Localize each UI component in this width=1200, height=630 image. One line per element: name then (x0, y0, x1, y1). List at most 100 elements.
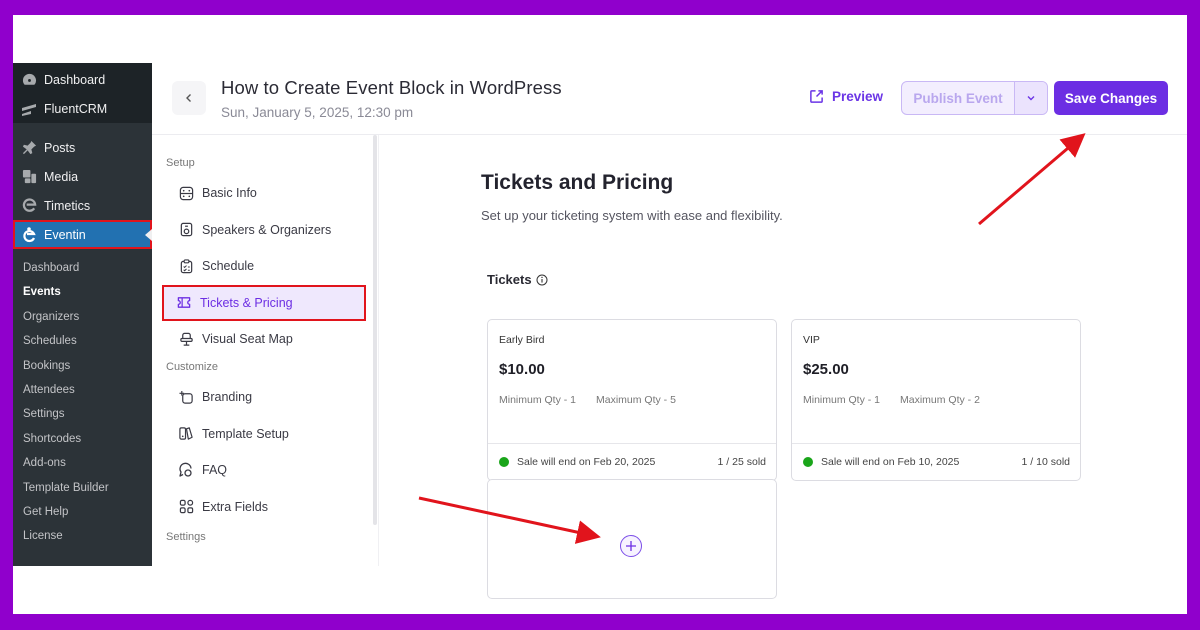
ticket-card-vip[interactable]: VIP $25.00 Minimum Qty - 1 Maximum Qty - … (791, 319, 1081, 481)
nav-item-label: Visual Seat Map (202, 331, 293, 346)
seat-icon (178, 331, 194, 347)
wp-submenu-events[interactable]: Events (13, 280, 152, 304)
timetics-icon (21, 198, 37, 214)
nav-item-visual-seat-map[interactable]: Visual Seat Map (152, 321, 378, 358)
nav-item-label: Extra Fields (202, 499, 268, 514)
event-editor-header: How to Create Event Block in WordPress S… (152, 63, 1187, 135)
info-icon[interactable] (536, 274, 548, 286)
nav-item-speakers-organizers[interactable]: Speakers & Organizers (152, 212, 378, 249)
section-label-customize: Customize (166, 361, 218, 373)
ticket-sale-status: Sale will end on Feb 10, 2025 (803, 456, 959, 468)
publish-event-button[interactable]: Publish Event (902, 82, 1014, 114)
extra-fields-icon (178, 499, 194, 515)
event-settings-nav: Setup Basic Info Speakers & Organizers S… (152, 135, 378, 566)
ticket-min-qty: Minimum Qty - 1 (803, 394, 881, 406)
wp-submenu-shortcodes[interactable]: Shortcodes (13, 427, 152, 451)
nav-item-extra-fields[interactable]: Extra Fields (152, 489, 378, 526)
nav-item-branding[interactable]: Branding (152, 379, 378, 416)
nav-item-label: Tickets & Pricing (200, 295, 293, 310)
pin-icon (21, 140, 37, 156)
ticket-qty: Minimum Qty - 1 Maximum Qty - 2 (803, 394, 980, 406)
wp-submenu-addons[interactable]: Add-ons (13, 451, 152, 475)
nav-item-label: FAQ (202, 463, 228, 478)
nav-item-label: Branding (202, 390, 253, 405)
wp-menu-media[interactable]: Media (13, 162, 152, 191)
ticket-footer: Sale will end on Feb 20, 2025 1 / 25 sol… (488, 443, 776, 480)
nav-item-tickets-pricing[interactable]: Tickets & Pricing (162, 284, 366, 321)
save-changes-button[interactable]: Save Changes (1054, 81, 1168, 115)
basic-info-icon (178, 185, 194, 201)
ticket-name: Early Bird (499, 334, 545, 346)
ticket-sale-end: Sale will end on Feb 10, 2025 (821, 456, 960, 468)
status-dot-icon (499, 457, 509, 467)
section-label-setup: Setup (166, 157, 195, 169)
ticket-max-qty: Maximum Qty - 2 (900, 394, 980, 406)
wp-menu-timetics[interactable]: Timetics (13, 191, 152, 220)
add-ticket-button[interactable] (620, 535, 642, 557)
wp-menu-posts[interactable]: Posts (13, 133, 152, 162)
ticket-min-qty: Minimum Qty - 1 (499, 394, 577, 406)
nav-item-label: Template Setup (202, 426, 289, 441)
wp-submenu-template-builder[interactable]: Template Builder (13, 476, 152, 500)
media-icon (21, 169, 37, 185)
publish-button-group: Publish Event (901, 81, 1048, 115)
faq-icon (178, 462, 194, 478)
nav-item-basic-info[interactable]: Basic Info (152, 175, 378, 212)
nav-item-faq[interactable]: FAQ (152, 452, 378, 489)
ticket-sale-status: Sale will end on Feb 20, 2025 (499, 456, 655, 468)
wp-submenu-license[interactable]: License (13, 524, 152, 548)
external-link-icon (810, 90, 823, 103)
preview-link[interactable]: Preview (809, 89, 883, 104)
back-button[interactable] (172, 81, 206, 115)
wp-admin-sidebar: Dashboard FluentCRM Posts Media Timetics… (13, 63, 152, 566)
ticket-price: $10.00 (499, 361, 545, 378)
tickets-heading: Tickets (487, 272, 548, 287)
speaker-icon (178, 222, 194, 238)
branding-icon (178, 389, 194, 405)
ticket-icon (176, 295, 192, 311)
status-dot-icon (803, 457, 813, 467)
wp-submenu-schedules[interactable]: Schedules (13, 329, 152, 353)
ticket-max-qty: Maximum Qty - 5 (596, 394, 676, 406)
eventin-icon (21, 226, 37, 243)
wp-menu-label: Timetics (44, 198, 91, 213)
fluentcrm-icon (21, 101, 37, 117)
template-icon (178, 426, 194, 442)
nav-item-label: Speakers & Organizers (202, 222, 332, 237)
ticket-sold-count: 1 / 10 sold (1021, 456, 1070, 468)
wp-menu-dashboard[interactable]: Dashboard (13, 65, 152, 94)
wp-menu-label: Posts (44, 140, 76, 155)
ticket-card-early-bird[interactable]: Early Bird $10.00 Minimum Qty - 1 Maximum… (487, 319, 777, 481)
wp-submenu: Dashboard Events Organizers Schedules Bo… (13, 249, 152, 549)
ticket-footer: Sale will end on Feb 10, 2025 1 / 10 sol… (792, 443, 1080, 480)
publish-dropdown-toggle[interactable] (1014, 82, 1047, 114)
subnav-scrollbar[interactable] (373, 135, 377, 525)
wp-top-menu: Dashboard FluentCRM (13, 63, 152, 123)
wp-submenu-bookings[interactable]: Bookings (13, 354, 152, 378)
wp-submenu-dashboard[interactable]: Dashboard (13, 256, 152, 280)
wp-submenu-organizers[interactable]: Organizers (13, 305, 152, 329)
event-date: Sun, January 5, 2025, 12:30 pm (221, 105, 414, 120)
nav-item-label: Basic Info (202, 186, 257, 201)
page-title: How to Create Event Block in WordPress (221, 77, 562, 98)
add-ticket-card (487, 479, 777, 599)
wp-menu-fluentcrm[interactable]: FluentCRM (13, 94, 152, 123)
wp-menu-label: Dashboard (44, 72, 106, 87)
tickets-heading-label: Tickets (487, 272, 532, 287)
ticket-name: VIP (803, 334, 820, 346)
chevron-left-icon (186, 94, 191, 102)
section-title: Tickets and Pricing (481, 171, 674, 194)
wp-menu-eventin[interactable]: Eventin (13, 220, 152, 249)
wp-submenu-get-help[interactable]: Get Help (13, 500, 152, 524)
dashboard-icon (21, 72, 37, 88)
plus-icon (626, 541, 636, 551)
tickets-pricing-panel: Tickets and Pricing Set up your ticketin… (378, 135, 1187, 599)
wp-submenu-settings[interactable]: Settings (13, 402, 152, 426)
nav-item-template-setup[interactable]: Template Setup (152, 416, 378, 453)
wp-menu-label: Eventin (44, 227, 86, 242)
wp-submenu-attendees[interactable]: Attendees (13, 378, 152, 402)
chevron-down-icon (1027, 96, 1035, 101)
ticket-price: $25.00 (803, 361, 849, 378)
nav-item-schedule[interactable]: Schedule (152, 248, 378, 285)
ticket-sale-end: Sale will end on Feb 20, 2025 (517, 456, 656, 468)
